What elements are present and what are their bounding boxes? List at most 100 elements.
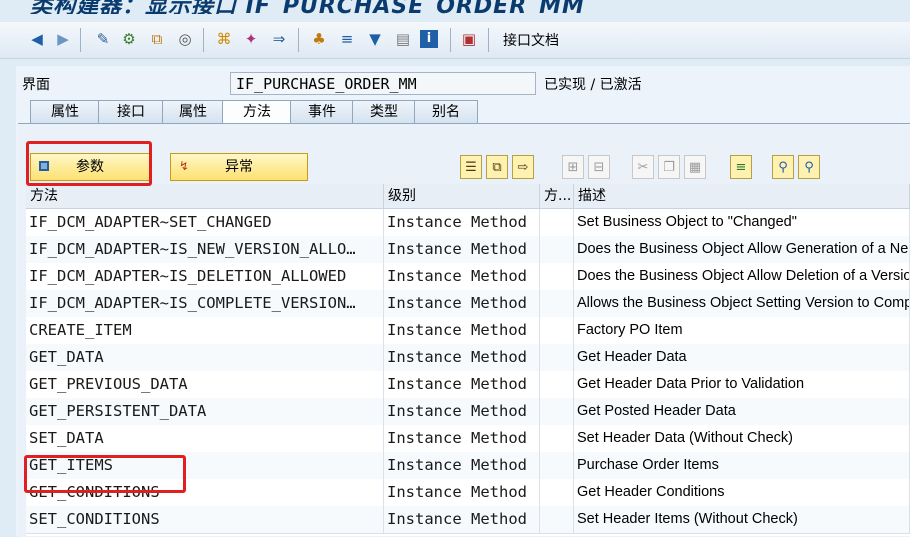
copy-list-icon[interactable]: ⧉ xyxy=(486,155,508,179)
tab-attributes-2[interactable]: 属性 xyxy=(162,100,224,124)
visibility-cell[interactable] xyxy=(540,317,574,344)
frame-icon[interactable]: ▤ xyxy=(392,28,414,50)
back-icon[interactable]: ◀ xyxy=(26,28,48,50)
description-cell[interactable]: Get Header Data Prior to Validation xyxy=(574,371,910,398)
visibility-cell[interactable] xyxy=(540,452,574,479)
method-name-cell[interactable]: GET_PERSISTENT_DATA xyxy=(26,398,384,425)
table-row[interactable]: SET_DATA Instance Method Set Header Data (… xyxy=(26,425,910,453)
visibility-cell[interactable] xyxy=(540,344,574,371)
table-row[interactable]: CREATE_ITEM Instance Method Factory PO Ite… xyxy=(26,317,910,345)
description-cell[interactable]: Get Header Conditions xyxy=(574,479,910,506)
navigate-icon[interactable]: ⇒ xyxy=(268,28,290,50)
table-row[interactable]: GET_DATA Instance Method Get Header Data xyxy=(26,344,910,372)
activate-icon[interactable]: ◎ xyxy=(174,28,196,50)
table-row[interactable]: IF_DCM_ADAPTER~IS_COMPLETE_VERSION… Insta… xyxy=(26,290,910,318)
interface-name-field[interactable]: IF_PURCHASE_ORDER_MM xyxy=(230,72,536,95)
level-cell[interactable]: Instance Method xyxy=(384,263,540,290)
table-row[interactable]: IF_DCM_ADAPTER~SET_CHANGED Instance Metho… xyxy=(26,209,910,237)
level-cell[interactable]: Instance Method xyxy=(384,425,540,452)
description-cell[interactable]: Does the Business Object Allow Generatio… xyxy=(574,236,910,263)
description-cell[interactable]: Allows the Business Object Setting Versi… xyxy=(574,290,910,317)
visibility-cell[interactable] xyxy=(540,371,574,398)
method-name-cell[interactable]: IF_DCM_ADAPTER~IS_COMPLETE_VERSION… xyxy=(26,290,384,317)
method-name-cell[interactable]: GET_DATA xyxy=(26,344,384,371)
find-icon[interactable]: ⚲ xyxy=(772,155,794,179)
visibility-cell[interactable] xyxy=(540,209,574,236)
visibility-cell[interactable] xyxy=(540,506,574,533)
magic-wand-icon[interactable]: ✦ xyxy=(240,28,262,50)
visibility-cell[interactable] xyxy=(540,263,574,290)
tree-icon[interactable]: ♣ xyxy=(308,28,330,50)
method-name-cell[interactable]: CREATE_ITEM xyxy=(26,317,384,344)
table-row[interactable]: IF_DCM_ADAPTER~IS_NEW_VERSION_ALLO… Insta… xyxy=(26,236,910,264)
description-cell[interactable]: Get Header Data xyxy=(574,344,910,371)
description-cell[interactable]: Does the Business Object Allow Deletion … xyxy=(574,263,910,290)
insert-row-icon[interactable]: ⊞ xyxy=(562,155,584,179)
method-name-cell[interactable]: IF_DCM_ADAPTER~IS_DELETION_ALLOWED xyxy=(26,263,384,290)
tab-interfaces[interactable]: 接口 xyxy=(98,100,164,124)
description-cell[interactable]: Purchase Order Items xyxy=(574,452,910,479)
paste-icon[interactable]: ▦ xyxy=(684,155,706,179)
object-list-icon[interactable]: ⚙ xyxy=(118,28,140,50)
tab-types[interactable]: 类型 xyxy=(352,100,416,124)
column-header-description[interactable]: 描述 xyxy=(574,184,910,208)
detail-view-icon[interactable]: ☰ xyxy=(460,155,482,179)
table-row[interactable]: GET_PREVIOUS_DATA Instance Method Get Head… xyxy=(26,371,910,399)
copy-icon[interactable]: ❐ xyxy=(658,155,680,179)
display-change-icon[interactable]: ⧉ xyxy=(146,28,168,50)
stack-icon[interactable]: ≡ xyxy=(336,28,358,50)
visibility-cell[interactable] xyxy=(540,425,574,452)
method-name-cell[interactable]: GET_ITEMS xyxy=(26,452,384,479)
exceptions-button[interactable]: ↯ 异常 xyxy=(170,153,308,181)
sort-icon[interactable]: ≡ xyxy=(730,155,752,179)
table-row[interactable]: SET_CONDITIONS Instance Method Set Header … xyxy=(26,506,910,534)
column-header-method[interactable]: 方法 xyxy=(26,184,384,208)
method-name-cell[interactable]: IF_DCM_ADAPTER~SET_CHANGED xyxy=(26,209,384,236)
level-cell[interactable]: Instance Method xyxy=(384,344,540,371)
where-used-icon[interactable]: ⌘ xyxy=(213,28,235,50)
level-cell[interactable]: Instance Method xyxy=(384,398,540,425)
toggle-icon[interactable]: ✎ xyxy=(92,28,114,50)
description-cell[interactable]: Set Header Data (Without Check) xyxy=(574,425,910,452)
level-cell[interactable]: Instance Method xyxy=(384,371,540,398)
level-cell[interactable]: Instance Method xyxy=(384,452,540,479)
visibility-cell[interactable] xyxy=(540,290,574,317)
column-header-level[interactable]: 级别 xyxy=(384,184,540,208)
level-cell[interactable]: Instance Method xyxy=(384,236,540,263)
method-name-cell[interactable]: SET_DATA xyxy=(26,425,384,452)
visibility-cell[interactable] xyxy=(540,236,574,263)
parameters-button[interactable]: 参数 xyxy=(30,153,150,181)
visibility-cell[interactable] xyxy=(540,398,574,425)
navigate-list-icon[interactable]: ⇨ xyxy=(512,155,534,179)
level-cell[interactable]: Instance Method xyxy=(384,317,540,344)
tab-aliases[interactable]: 别名 xyxy=(414,100,478,124)
tab-attributes-1[interactable]: 属性 xyxy=(30,100,100,124)
column-header-visibility[interactable]: 方... xyxy=(540,184,574,208)
filter-icon[interactable]: ▼ xyxy=(364,28,386,50)
table-row[interactable]: GET_CONDITIONS Instance Method Get Header … xyxy=(26,479,910,507)
description-cell[interactable]: Set Header Items (Without Check) xyxy=(574,506,910,533)
visibility-cell[interactable] xyxy=(540,479,574,506)
level-cell[interactable]: Instance Method xyxy=(384,506,540,533)
doc-icon[interactable]: ▣ xyxy=(458,28,480,50)
cut-icon[interactable]: ✂ xyxy=(632,155,654,179)
info-icon[interactable]: i xyxy=(420,30,438,48)
level-cell[interactable]: Instance Method xyxy=(384,290,540,317)
table-row[interactable]: IF_DCM_ADAPTER~IS_DELETION_ALLOWED Instan… xyxy=(26,263,910,291)
table-row[interactable]: GET_PERSISTENT_DATA Instance Method Get Po… xyxy=(26,398,910,426)
table-row[interactable]: GET_ITEMS Instance Method Purchase Order I… xyxy=(26,452,910,480)
tab-events[interactable]: 事件 xyxy=(290,100,354,124)
method-name-cell[interactable]: SET_CONDITIONS xyxy=(26,506,384,533)
description-cell[interactable]: Get Posted Header Data xyxy=(574,398,910,425)
method-name-cell[interactable]: GET_PREVIOUS_DATA xyxy=(26,371,384,398)
method-name-cell[interactable]: GET_CONDITIONS xyxy=(26,479,384,506)
level-cell[interactable]: Instance Method xyxy=(384,209,540,236)
find-next-icon[interactable]: ⚲ xyxy=(798,155,820,179)
method-name-cell[interactable]: IF_DCM_ADAPTER~IS_NEW_VERSION_ALLO… xyxy=(26,236,384,263)
delete-row-icon[interactable]: ⊟ xyxy=(588,155,610,179)
description-cell[interactable]: Factory PO Item xyxy=(574,317,910,344)
description-cell[interactable]: Set Business Object to "Changed" xyxy=(574,209,910,236)
level-cell[interactable]: Instance Method xyxy=(384,479,540,506)
forward-icon[interactable]: ▶ xyxy=(52,28,74,50)
interface-doc-button[interactable]: 接口文档 xyxy=(503,30,559,50)
